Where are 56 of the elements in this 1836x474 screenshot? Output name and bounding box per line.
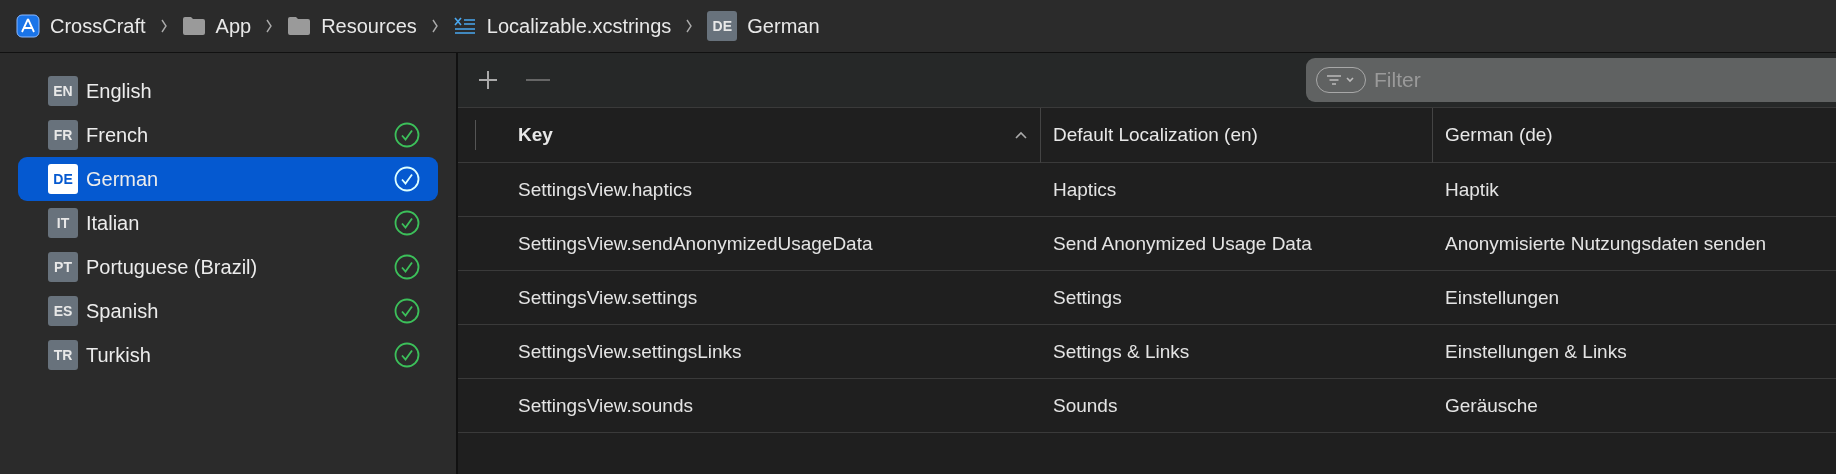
table-cell: Anonymisierte Nutzungsdaten senden [1432,217,1836,271]
language-code: EN [48,76,78,106]
breadcrumb-item[interactable]: German [747,14,820,38]
language-name: English [86,79,153,103]
chevron-icon [159,18,168,34]
table-cell: Haptics [1040,163,1432,217]
plus-icon [477,69,499,91]
language-name: French [86,123,150,147]
language-code: FR [48,120,78,150]
chevron-icon [430,18,439,34]
folder-icon [287,16,312,36]
app-icon [16,14,40,38]
language-item[interactable]: IT Italian [18,201,438,245]
column-header[interactable]: German (de) [1432,108,1836,163]
minus-icon [525,79,551,81]
filter-field[interactable]: Filter [1306,58,1836,102]
table-cell: SettingsView.sounds [518,379,1040,433]
language-code: TR [48,340,78,370]
language-name: Spanish [86,299,160,323]
language-item[interactable]: FR French [18,113,438,157]
table-cell: SettingsView.sendAnonymizedUsageData [518,217,1040,271]
language-item[interactable]: PT Portuguese (Brazil) [18,245,438,289]
table-cell: Haptik [1432,163,1836,217]
language-item[interactable]: ES Spanish [18,289,438,333]
table-cell: SettingsView.settingsLinks [518,325,1040,379]
language-badge: DE [707,11,738,41]
breadcrumb-item[interactable]: Localizable.xcstrings [486,14,672,38]
chevron-icon [265,18,274,34]
breadcrumb-item[interactable]: App [215,14,252,38]
table-cell: SettingsView.settings [518,271,1040,325]
language-code: IT [48,208,78,238]
table-cell: Einstellungen & Links [1432,325,1836,379]
folder-icon [181,16,206,36]
strings-file-icon [452,16,477,36]
chevron-icon [685,18,694,34]
language-code: PT [48,252,78,282]
language-name: Portuguese (Brazil) [86,255,259,279]
table-cell: SettingsView.haptics [518,163,1040,217]
language-code: DE [48,164,78,194]
breadcrumb-item[interactable]: CrossCraft [50,14,146,38]
language-item[interactable]: DE German [18,157,438,201]
table-cell: Einstellungen [1432,271,1836,325]
language-item[interactable]: EN English [18,69,438,113]
language-item[interactable]: TR Turkish [18,333,438,377]
table-cell: Send Anonymized Usage Data [1040,217,1432,271]
column-header[interactable]: Key [518,108,1040,163]
language-name: Italian [86,211,141,235]
table-cell: Geräusche [1432,379,1836,433]
table-cell: Sounds [1040,379,1432,433]
language-name: Turkish [86,343,152,367]
table-cell: Settings [1040,271,1432,325]
language-name: German [86,167,160,191]
language-code: ES [48,296,78,326]
column-header[interactable]: Default Localization (en) [1040,108,1432,163]
breadcrumb-item[interactable]: Resources [321,14,417,38]
table-cell: Settings & Links [1040,325,1432,379]
